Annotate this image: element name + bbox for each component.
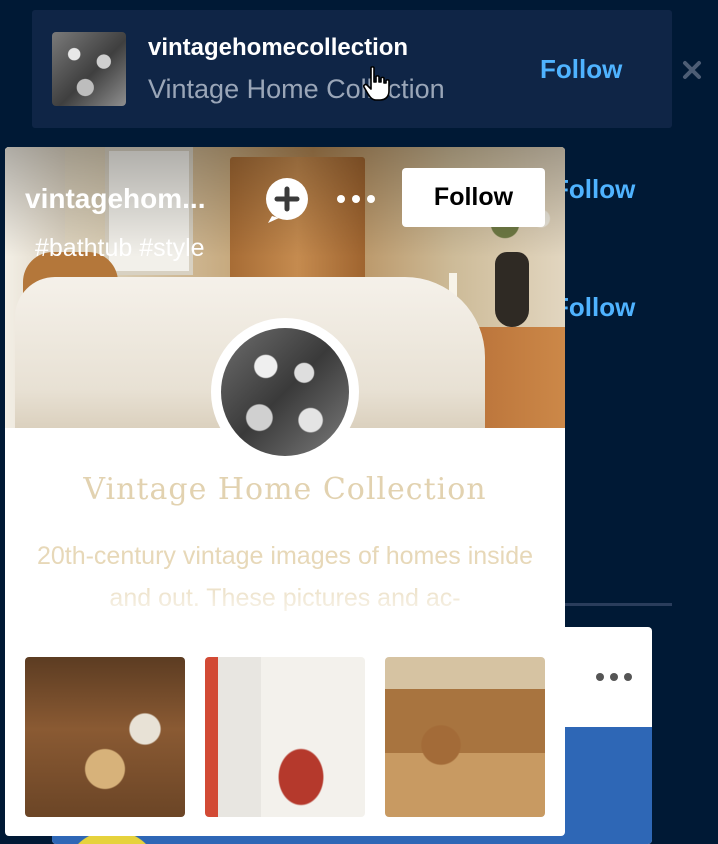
popover-blog-title[interactable]: Vintage Home Collection: [5, 472, 565, 507]
post-thumbnail-kitchen[interactable]: [25, 657, 185, 817]
post-thumbnail-bedroom[interactable]: [205, 657, 365, 817]
blog-username[interactable]: vintagehomecollection: [148, 34, 408, 62]
more-dots-icon[interactable]: [335, 193, 377, 205]
follow-link[interactable]: Follow: [540, 54, 622, 85]
recent-posts: [25, 657, 545, 817]
post-thumbnail-study[interactable]: [385, 657, 545, 817]
avatar[interactable]: [211, 318, 359, 466]
follow-link-2[interactable]: Follow: [553, 174, 635, 205]
follow-link-3[interactable]: Follow: [553, 292, 635, 323]
hand-pointer-icon: [363, 66, 390, 101]
description-fade: [5, 577, 565, 627]
plus-circle-icon[interactable]: [262, 176, 312, 224]
more-dots-icon[interactable]: [594, 670, 634, 684]
divider: [565, 603, 672, 606]
popover-tags: #bathtub #style: [35, 234, 205, 262]
close-icon[interactable]: [680, 58, 704, 82]
blog-avatar-thumbnail[interactable]: [52, 32, 126, 106]
blog-preview-popover: vintagehom... #bathtub #style Follow Vin…: [5, 147, 565, 836]
blog-suggestion-card[interactable]: vintagehomecollection Vintage Home Colle…: [32, 10, 672, 128]
header-vase: [495, 252, 529, 327]
popover-username[interactable]: vintagehom...: [25, 183, 205, 215]
blog-title: Vintage Home Collection: [148, 74, 445, 104]
follow-button[interactable]: Follow: [402, 168, 545, 227]
avatar-image: [221, 328, 349, 456]
